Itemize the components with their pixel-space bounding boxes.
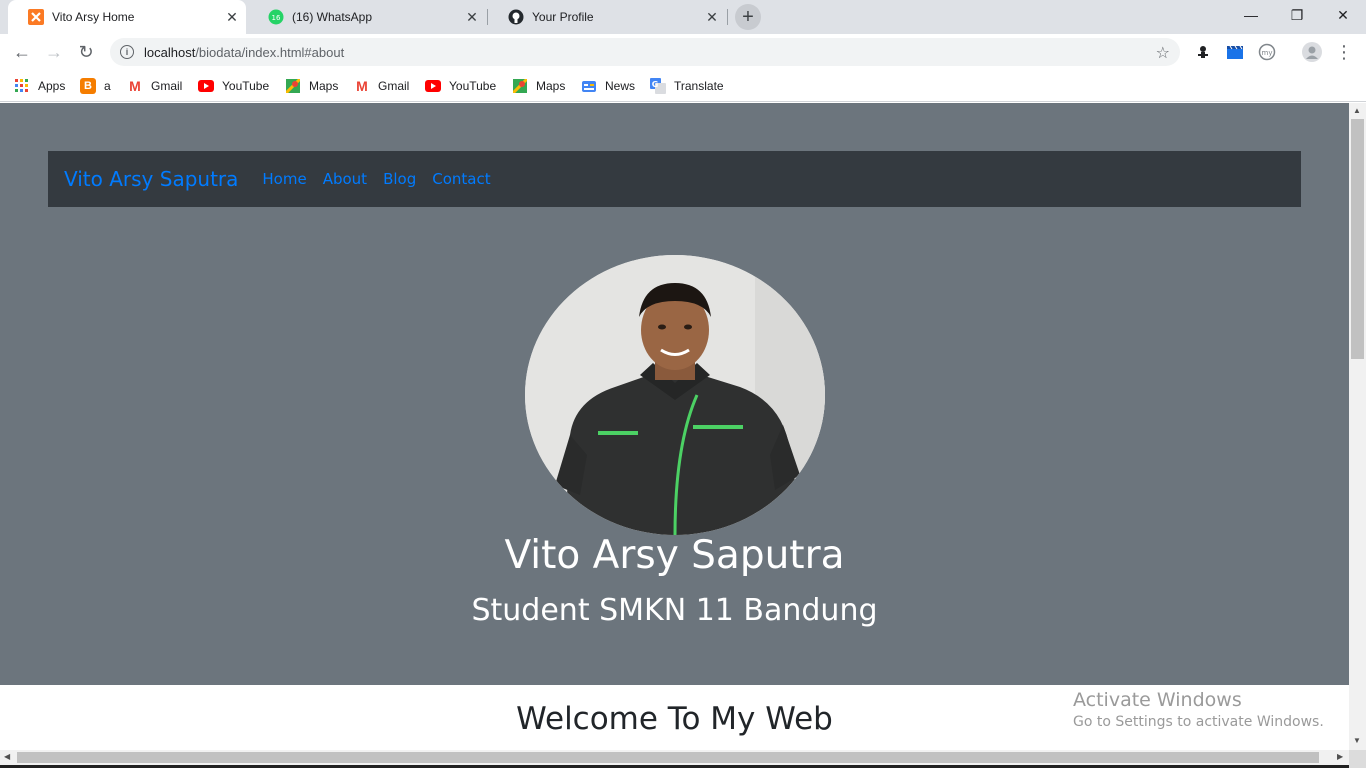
nav-link-about[interactable]: About [315, 170, 375, 188]
restore-button[interactable]: ❐ [1274, 0, 1320, 30]
bookmark-apps[interactable]: Apps [14, 76, 65, 96]
site-info-icon[interactable]: i [120, 45, 134, 59]
bookmark-label: Maps [309, 79, 339, 93]
tab-your-profile[interactable]: Your Profile ✕ [488, 0, 726, 34]
scroll-right-icon[interactable]: ▶ [1337, 752, 1343, 761]
scrollbar-corner [1349, 750, 1366, 768]
bookmark-label: News [605, 79, 636, 93]
navbar-brand[interactable]: Vito Arsy Saputra [64, 167, 238, 191]
bookmark-label: a [104, 79, 111, 93]
url-path: /biodata/index.html#about [195, 44, 345, 60]
whatsapp-icon: 16 [268, 9, 284, 25]
url-text[interactable]: localhost/biodata/index.html#about [144, 45, 344, 60]
bookmark-label: Maps [536, 79, 566, 93]
forward-arrow-icon[interactable]: → [40, 38, 68, 66]
profile-avatar-icon[interactable] [1302, 42, 1322, 62]
apps-grid-icon [14, 78, 30, 94]
bookmark-gmail[interactable]: M Gmail [127, 76, 182, 96]
xampp-icon [28, 9, 44, 25]
windows-activation-watermark: Activate Windows Go to Settings to activ… [1073, 689, 1324, 730]
bookmark-label: Apps [38, 79, 66, 93]
gmail-icon: M [129, 78, 141, 94]
minimize-button[interactable]: — [1228, 0, 1274, 30]
svg-text:G: G [652, 80, 659, 89]
blogger-icon: B [80, 78, 96, 94]
hero-subtitle: Student SMKN 11 Bandung [471, 593, 878, 628]
youtube-icon [198, 78, 214, 94]
maps-icon [512, 78, 528, 94]
reload-icon[interactable]: ↻ [72, 38, 100, 66]
extension-camera-icon[interactable] [1193, 42, 1213, 62]
gmail-icon: M [356, 78, 368, 94]
close-tab-icon[interactable]: ✕ [464, 9, 480, 25]
horizontal-scroll-thumb[interactable] [17, 752, 1319, 763]
scroll-left-icon[interactable]: ◀ [4, 752, 10, 761]
tab-title: Your Profile [532, 10, 594, 24]
scroll-up-icon[interactable]: ▲ [1353, 106, 1361, 115]
tab-separator [727, 9, 728, 25]
bookmark-label: Gmail [151, 79, 183, 93]
svg-text:my: my [1262, 49, 1273, 57]
address-bar[interactable]: i localhost/biodata/index.html#about ☆ [110, 38, 1180, 66]
browser-toolbar: ← → ↻ i localhost/biodata/index.html#abo… [0, 34, 1366, 70]
nav-links: Home About Blog Contact [254, 170, 498, 188]
new-tab-button[interactable]: + [735, 4, 761, 30]
bookmark-star-icon[interactable]: ☆ [1156, 43, 1170, 63]
nav-link-blog[interactable]: Blog [375, 170, 424, 188]
scroll-down-icon[interactable]: ▼ [1353, 736, 1361, 745]
horizontal-scrollbar[interactable]: ◀ ▶ [0, 750, 1349, 765]
bookmark-label: YouTube [449, 79, 497, 93]
bookmark-label: YouTube [222, 79, 270, 93]
more-menu-icon[interactable]: ⋮ [1334, 42, 1354, 62]
tab-vito-arsy-home[interactable]: Vito Arsy Home ✕ [8, 0, 246, 34]
close-tab-icon[interactable]: ✕ [704, 9, 720, 25]
nav-link-home[interactable]: Home [254, 170, 314, 188]
bookmark-youtube[interactable]: YouTube [425, 76, 496, 96]
nav-link-contact[interactable]: Contact [424, 170, 498, 188]
translate-icon: G [650, 78, 666, 94]
bookmark-maps[interactable]: Maps [285, 76, 338, 96]
news-icon [581, 78, 597, 94]
youtube-icon [425, 78, 441, 94]
github-icon [508, 9, 524, 25]
bookmark-youtube[interactable]: YouTube [198, 76, 269, 96]
bookmark-label: Translate [674, 79, 724, 93]
tab-whatsapp[interactable]: 16 (16) WhatsApp ✕ [248, 0, 486, 34]
bookmark-news[interactable]: News [581, 76, 635, 96]
profile-photo [525, 255, 825, 535]
bookmark-label: Gmail [378, 79, 410, 93]
bookmarks-bar: Apps B a M Gmail YouTube Maps M Gmail Yo… [0, 70, 1366, 102]
vertical-scrollbar[interactable]: ▲ ▼ [1349, 103, 1366, 750]
site-navbar: Vito Arsy Saputra Home About Blog Contac… [48, 151, 1301, 207]
vertical-scroll-thumb[interactable] [1351, 119, 1364, 359]
close-window-button[interactable]: ✕ [1320, 0, 1366, 30]
watermark-title: Activate Windows [1073, 689, 1242, 711]
extension-circle-icon[interactable]: my [1257, 42, 1277, 62]
whatsapp-badge: 16 [272, 14, 281, 22]
back-arrow-icon[interactable]: ← [8, 38, 36, 66]
watermark-subtitle: Go to Settings to activate Windows. [1073, 714, 1324, 730]
bookmark-gmail[interactable]: M Gmail [354, 76, 409, 96]
url-host: localhost [144, 44, 196, 60]
hero-name: Vito Arsy Saputra [504, 533, 845, 578]
tab-strip: Vito Arsy Home ✕ 16 (16) WhatsApp ✕ Your… [0, 0, 1366, 34]
bookmark-translate[interactable]: G Translate [650, 76, 724, 96]
close-tab-icon[interactable]: ✕ [224, 9, 240, 25]
maps-icon [285, 78, 301, 94]
tab-title: (16) WhatsApp [292, 10, 373, 24]
bookmark-maps[interactable]: Maps [512, 76, 565, 96]
bookmark-blogger[interactable]: B a [80, 76, 111, 96]
tab-title: Vito Arsy Home [52, 10, 135, 24]
extension-clapper-icon[interactable] [1225, 42, 1245, 62]
page-viewport: Vito Arsy Saputra Home About Blog Contac… [0, 103, 1349, 750]
